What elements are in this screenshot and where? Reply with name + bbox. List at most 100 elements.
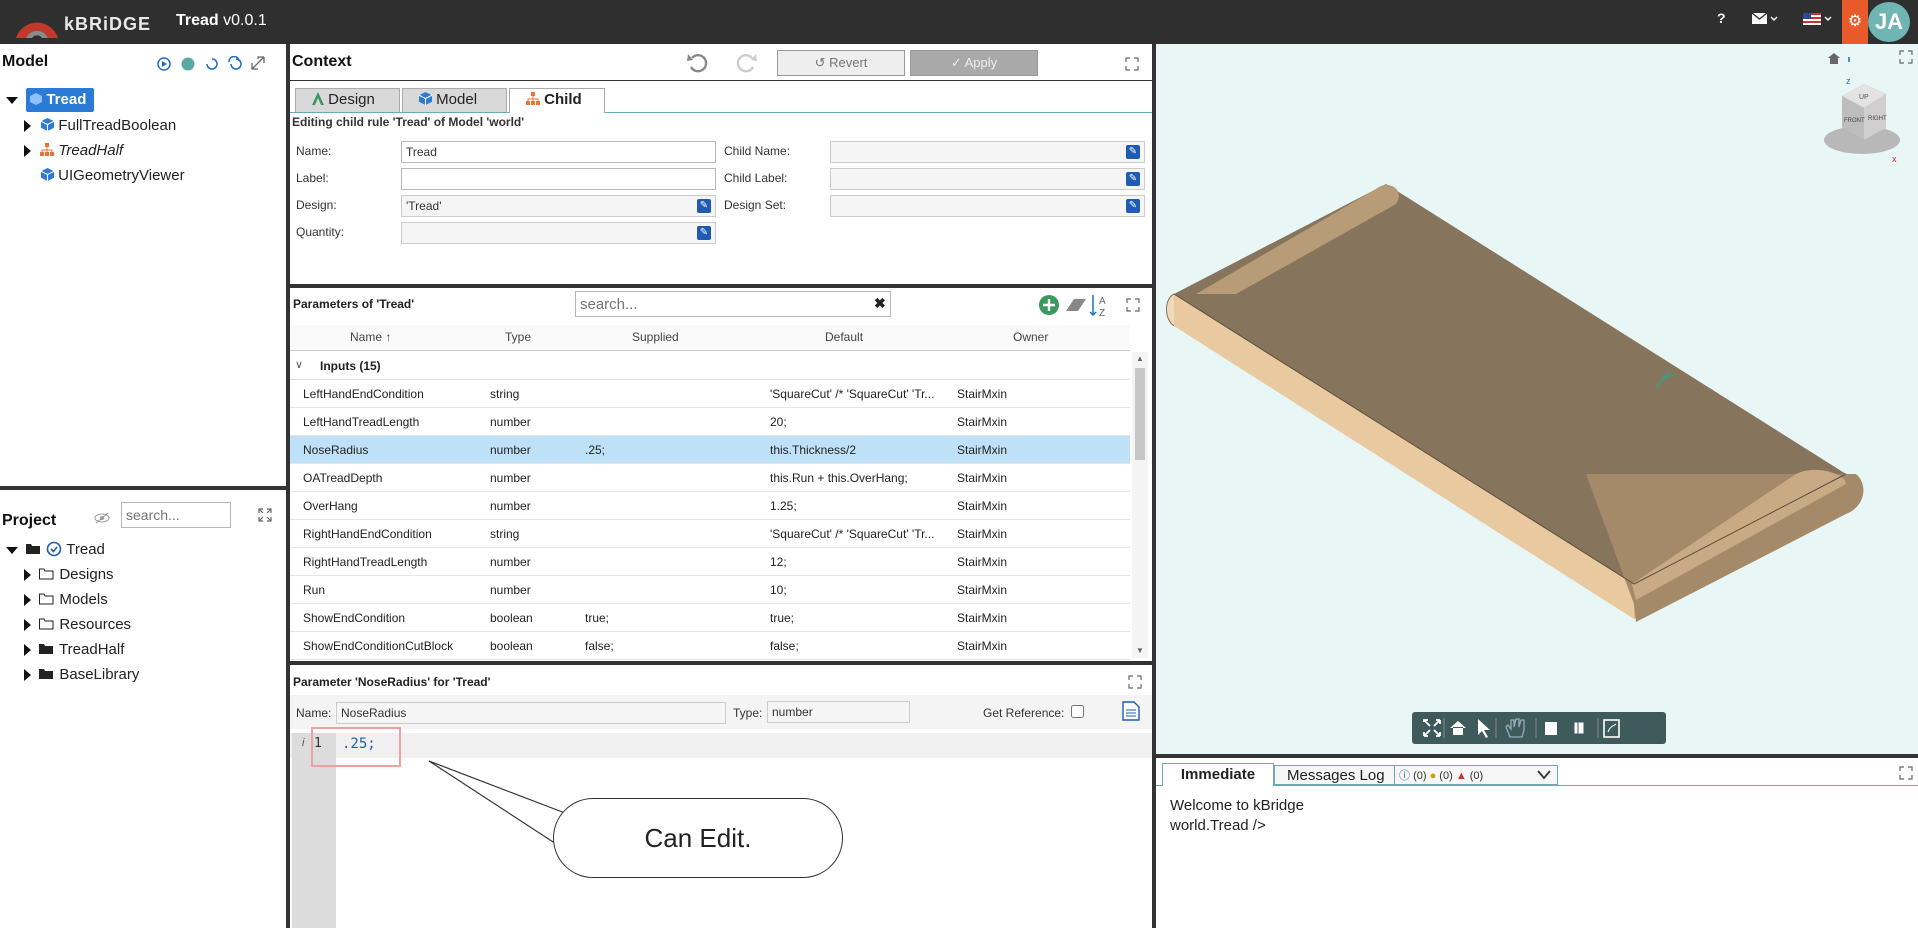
tree-item-uigeometryviewer[interactable]: UIGeometryViewer — [40, 164, 185, 188]
project-item-treadhalf[interactable]: TreadHalf — [24, 638, 124, 662]
tree-item-label: TreadHalf — [58, 142, 124, 159]
geometry-viewer[interactable]: z UP FRONT RIGHT x — [1156, 44, 1918, 754]
tab-immediate[interactable]: Immediate — [1162, 763, 1274, 786]
fit-view-icon — [1423, 719, 1441, 737]
col-supplied[interactable]: Supplied — [632, 330, 679, 344]
quantity-input[interactable] — [401, 222, 716, 244]
language-flag-icon[interactable] — [1803, 12, 1833, 29]
param-cell-supplied: true; — [585, 611, 610, 625]
design-icon — [312, 92, 324, 105]
col-type[interactable]: Type — [505, 330, 531, 344]
settings-gear-icon[interactable]: ⚙ — [1842, 0, 1868, 44]
kbridge-logo[interactable]: kBRiDGE — [14, 6, 164, 38]
expand-down-icon[interactable] — [6, 546, 18, 554]
param-row[interactable]: NoseRadius number .25; this.Thickness/2 Stai… — [290, 436, 1130, 464]
param-editor-title: Parameter 'NoseRadius' for 'Tread' — [293, 675, 491, 689]
project-item-designs[interactable]: Designs — [24, 563, 114, 587]
expand-right-icon[interactable] — [24, 120, 31, 133]
param-row[interactable]: Run number 10; StairMxin — [290, 576, 1130, 604]
expand-panel-icon[interactable] — [1125, 57, 1139, 71]
logo-arc-icon — [16, 22, 58, 38]
document-icon[interactable] — [1122, 701, 1140, 721]
expand-panel-icon[interactable] — [1899, 50, 1913, 64]
param-row[interactable]: ShowEndConditionCutBlock boolean false; fal… — [290, 632, 1130, 660]
expand-panel-icon[interactable] — [1899, 766, 1913, 780]
param-row[interactable]: RightHandEndCondition string 'SquareCut' /… — [290, 520, 1130, 548]
help-icon[interactable]: ? — [1717, 10, 1726, 26]
col-owner[interactable]: Owner — [1013, 330, 1048, 344]
expand-right-icon[interactable] — [24, 569, 31, 582]
design-input[interactable] — [401, 195, 716, 217]
redo-icon[interactable] — [734, 52, 758, 74]
hide-eye-icon[interactable] — [94, 512, 110, 524]
brand-name: kBRiDGE — [64, 14, 152, 34]
expand-panel-icon[interactable] — [1128, 675, 1142, 689]
clear-search-icon[interactable]: ✖ — [874, 295, 886, 312]
expand-right-icon[interactable] — [24, 619, 31, 632]
console-output[interactable]: Welcome to kBridge world.Tread /> — [1170, 796, 1304, 836]
view-cube[interactable]: z UP FRONT RIGHT x — [1804, 52, 1914, 172]
view-layers-icon — [1545, 722, 1557, 735]
mail-icon[interactable] — [1751, 12, 1778, 29]
param-cell-owner: StairMxin — [957, 527, 1008, 541]
col-name[interactable]: Name ↑ — [350, 330, 391, 344]
edit-pencil-icon[interactable]: ✎ — [697, 226, 711, 240]
group-row[interactable]: ∨ Inputs (15) — [290, 352, 1130, 380]
tab-child[interactable]: Child — [509, 88, 605, 113]
name-input[interactable] — [401, 141, 716, 163]
tab-model[interactable]: Model — [402, 88, 507, 112]
params-toolbar: AZ — [1039, 295, 1140, 317]
param-row[interactable]: LeftHandEndCondition string 'SquareCut' /*… — [290, 380, 1130, 408]
edit-pencil-icon[interactable]: ✎ — [697, 199, 711, 213]
chevron-down-icon[interactable] — [1537, 770, 1551, 780]
model-toolbar-icons — [157, 56, 265, 71]
child-label-input[interactable] — [830, 168, 1145, 190]
apply-button[interactable]: ✓ Apply — [910, 50, 1038, 76]
project-item-tread[interactable]: Tread — [6, 538, 105, 562]
tab-messages-log[interactable]: Messages Log ⓘ (0) ● (0) ▲ (0) — [1274, 765, 1558, 785]
param-row[interactable]: OverHang number 1.25; StairMxin — [290, 492, 1130, 520]
tab-design[interactable]: Design — [295, 88, 400, 112]
project-item-baselibrary[interactable]: BaseLibrary — [24, 663, 139, 687]
expand-right-icon[interactable] — [24, 594, 31, 607]
expand-panel-icon[interactable] — [258, 508, 272, 522]
panel-divider[interactable] — [290, 284, 1152, 288]
expand-right-icon[interactable] — [24, 644, 31, 657]
tree-item-tread[interactable]: Tread — [6, 88, 95, 112]
edit-pencil-icon[interactable]: ✎ — [1126, 199, 1140, 213]
params-search-input[interactable] — [575, 291, 891, 317]
param-name-input[interactable] — [336, 702, 726, 724]
param-row[interactable]: OATreadDepth number this.Run + this.OverHa… — [290, 464, 1130, 492]
label-input[interactable] — [401, 168, 716, 190]
child-name-input[interactable] — [830, 141, 1145, 163]
design-set-input[interactable] — [830, 195, 1145, 217]
revert-button[interactable]: ↺ Revert — [777, 50, 905, 76]
params-scrollbar[interactable]: ▲ ▼ — [1132, 352, 1148, 658]
user-avatar[interactable]: JA — [1868, 2, 1910, 42]
param-row[interactable]: LeftHandTreadLength number 20; StairMxin — [290, 408, 1130, 436]
project-item-resources[interactable]: Resources — [24, 613, 131, 637]
param-row[interactable]: ShowEndCondition boolean true; true; StairMx… — [290, 604, 1130, 632]
select-pointer-icon — [1478, 719, 1490, 738]
tree-item-fulltreadboolean[interactable]: FullTreadBoolean — [24, 114, 176, 138]
col-default[interactable]: Default — [825, 330, 863, 344]
tree-item-treadhalf[interactable]: TreadHalf — [24, 139, 123, 163]
quantity-label: Quantity: — [296, 225, 345, 239]
edit-pencil-icon[interactable]: ✎ — [1126, 145, 1140, 159]
param-type-input[interactable] — [767, 701, 910, 723]
expand-down-icon[interactable] — [6, 96, 18, 104]
undo-icon[interactable] — [686, 52, 710, 74]
param-cell-default: this.Run + this.OverHang; — [770, 471, 908, 485]
message-counts: ⓘ (0) ● (0) ▲ (0) — [1399, 770, 1484, 782]
get-reference-checkbox[interactable] — [1071, 705, 1084, 718]
expand-right-icon[interactable] — [24, 669, 31, 682]
project-search-input[interactable] — [121, 502, 231, 528]
collapse-chevron-icon[interactable]: ∨ — [295, 358, 303, 371]
svg-text:RIGHT: RIGHT — [1868, 116, 1887, 122]
param-cell-name: LeftHandTreadLength — [303, 415, 420, 429]
expand-right-icon[interactable] — [24, 145, 31, 158]
project-item-models[interactable]: Models — [24, 588, 108, 612]
panel-divider[interactable] — [290, 661, 1152, 665]
param-row[interactable]: RightHandTreadLength number 12; StairMxin — [290, 548, 1130, 576]
edit-pencil-icon[interactable]: ✎ — [1126, 172, 1140, 186]
